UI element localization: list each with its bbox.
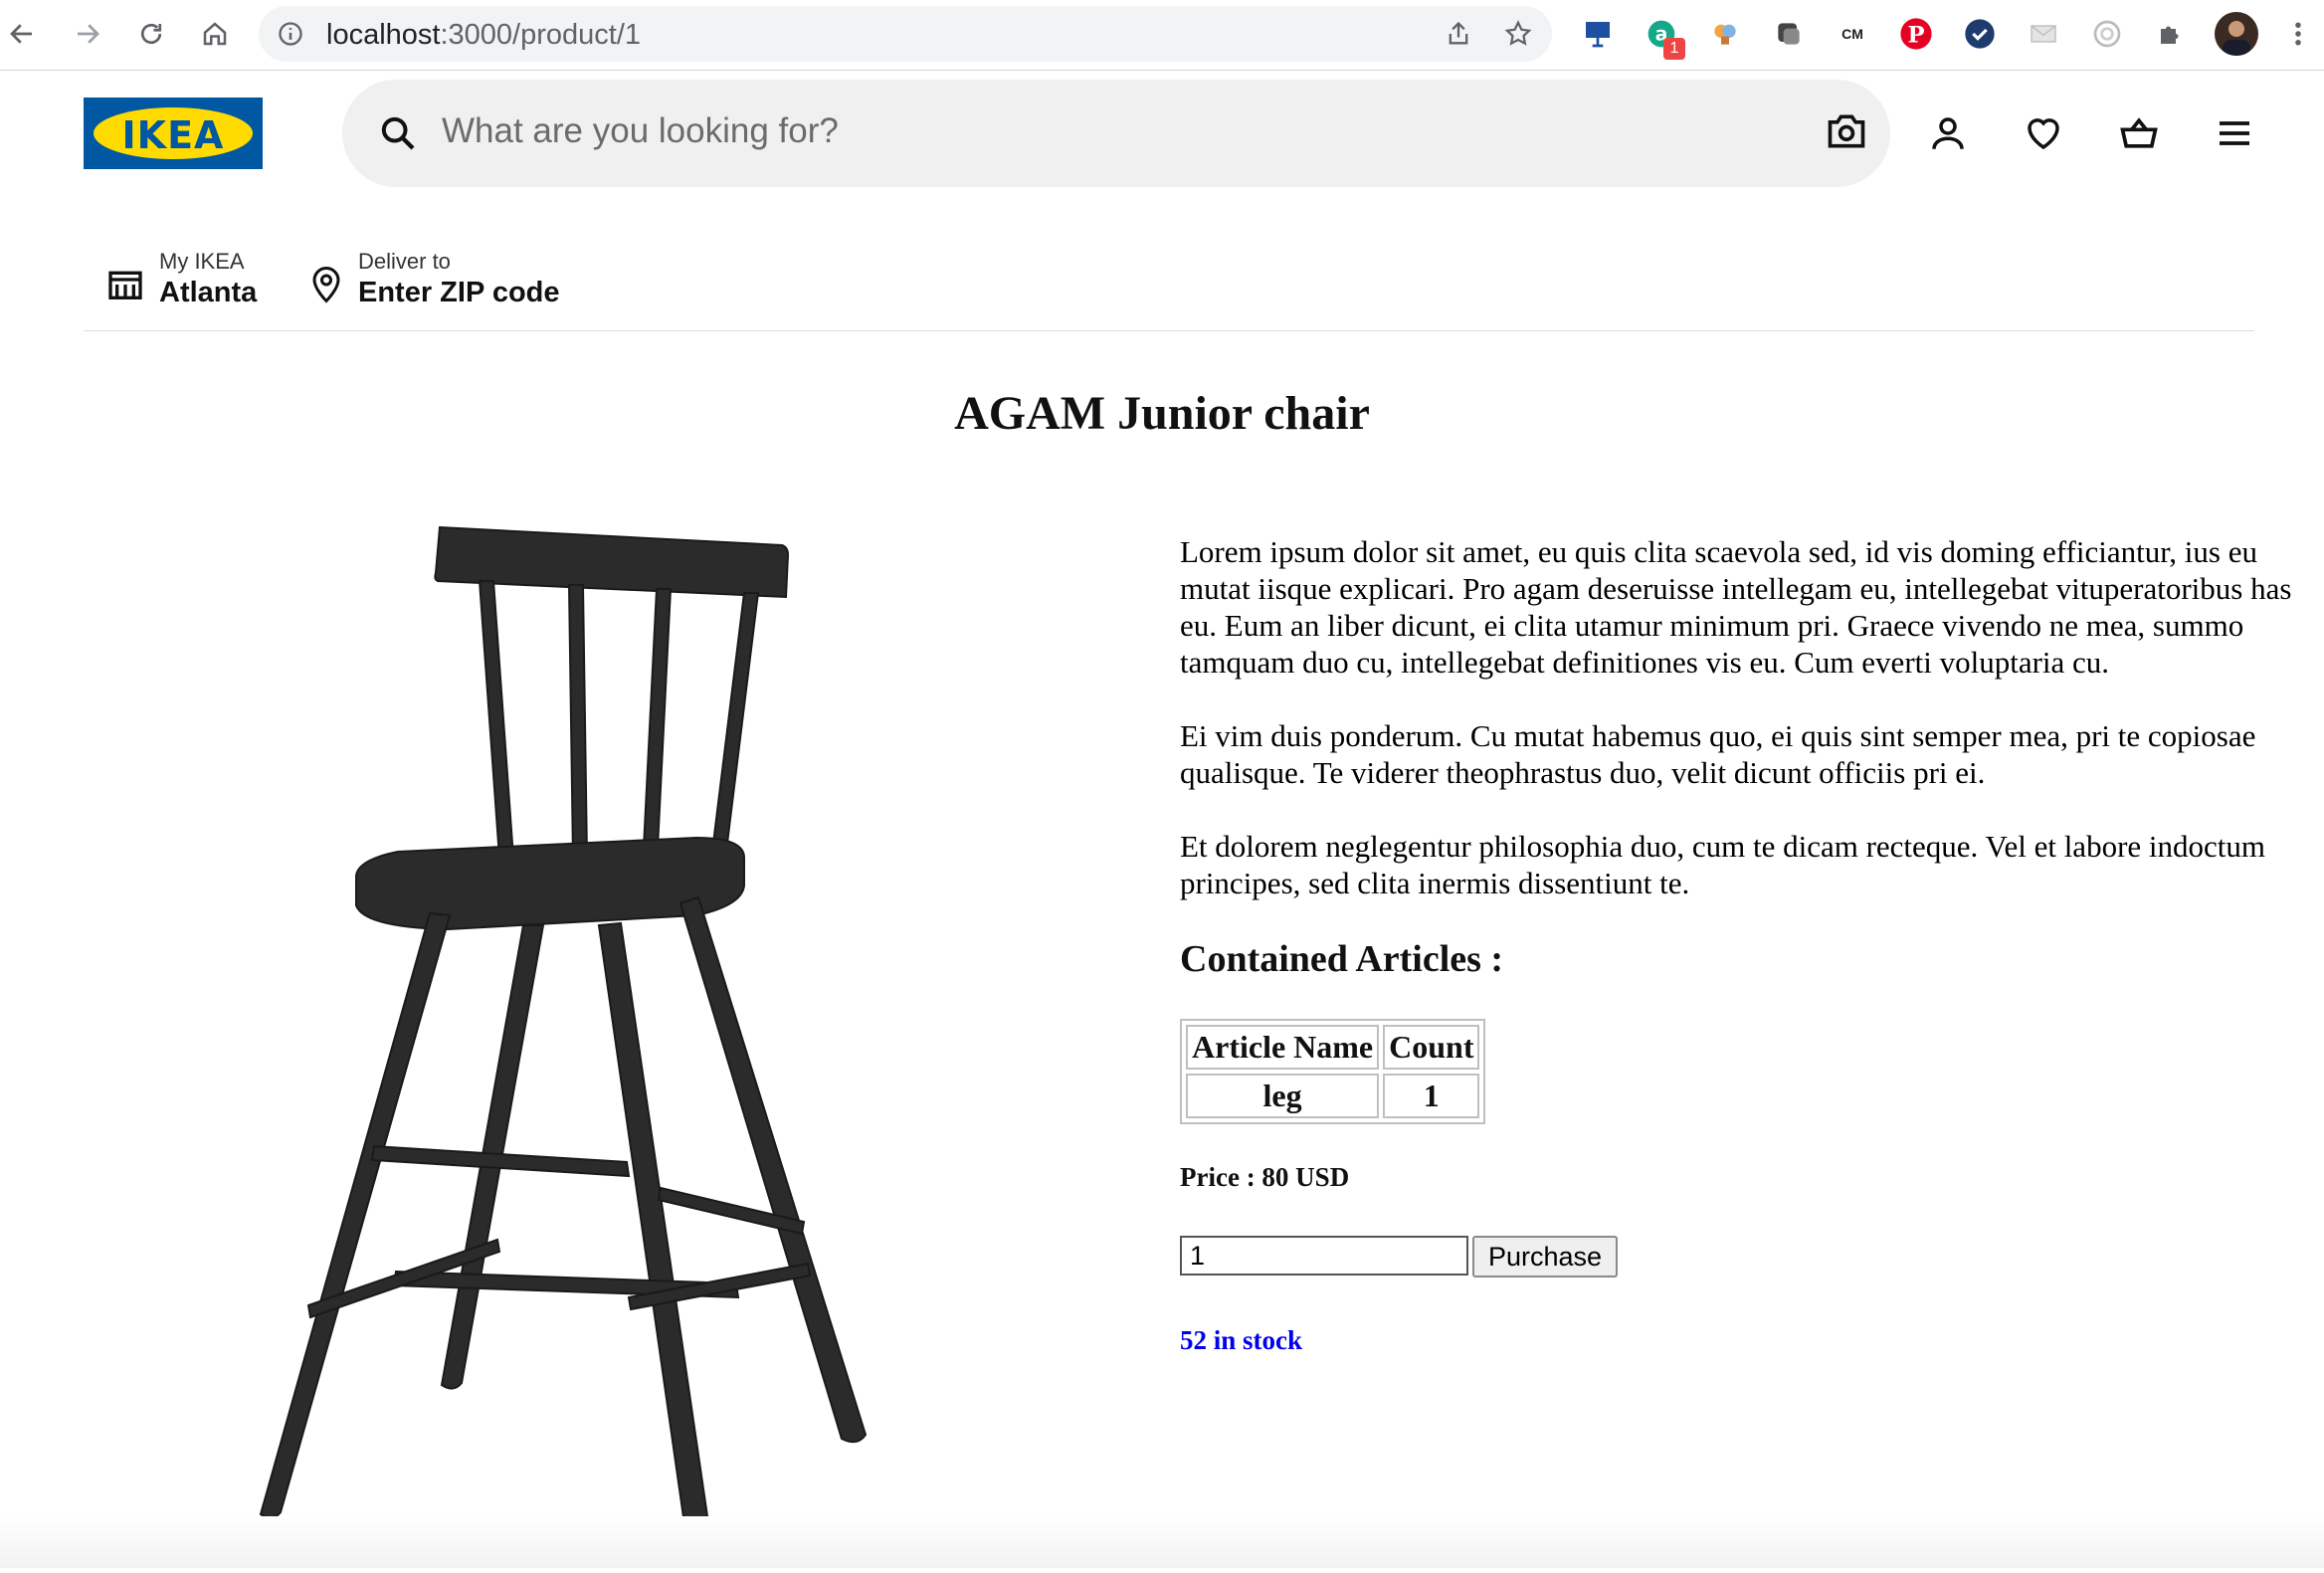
extension-cm-icon[interactable]: CM: [1835, 16, 1870, 52]
stock-status: 52 in stock: [1180, 1325, 1303, 1355]
check-circle-icon[interactable]: [1962, 16, 1998, 52]
table-header-cell: Count: [1383, 1025, 1480, 1070]
share-icon[interactable]: [1443, 18, 1474, 50]
pinterest-icon[interactable]: P: [1898, 16, 1934, 52]
table-header-cell: Article Name: [1186, 1025, 1380, 1070]
url-host: localhost: [326, 19, 441, 51]
product-description: Lorem ipsum dolor sit amet, eu quis clit…: [1180, 533, 2304, 938]
url-path: :3000/product/1: [440, 19, 642, 51]
store-label: My IKEA: [159, 249, 245, 274]
deliver-label: Deliver to: [358, 249, 451, 274]
purchase-button[interactable]: Purchase: [1472, 1236, 1618, 1278]
page-bottom-shade: [0, 1516, 2324, 1568]
address-bar[interactable]: localhost:3000/product/1: [259, 6, 1552, 62]
contained-articles-table: Article Name Count leg 1: [1180, 1019, 1486, 1124]
search-placeholder: What are you looking for?: [442, 111, 839, 150]
extension-target-icon[interactable]: [2089, 16, 2125, 52]
description-paragraph: Lorem ipsum dolor sit amet, eu quis clit…: [1180, 534, 2292, 680]
table-row: leg 1: [1186, 1074, 1480, 1118]
header-divider: [84, 330, 2254, 331]
basket-icon[interactable]: [2115, 109, 2163, 157]
bookmark-star-icon[interactable]: [1502, 18, 1534, 50]
search-bar[interactable]: What are you looking for?: [342, 80, 1890, 187]
table-cell: leg: [1186, 1074, 1380, 1118]
extension-copy-icon[interactable]: [1771, 16, 1807, 52]
browser-toolbar: localhost:3000/product/1 a 1 CM P: [0, 0, 2324, 71]
account-icon[interactable]: [1924, 109, 1972, 157]
price-text: Price : 80 USD: [1180, 1162, 1350, 1192]
quantity-input[interactable]: [1180, 1236, 1468, 1276]
profile-avatar[interactable]: [2215, 12, 2258, 56]
deliver-value: Enter ZIP code: [358, 277, 560, 308]
hamburger-menu-icon[interactable]: [2211, 109, 2258, 157]
store-icon: [105, 265, 145, 309]
back-arrow-icon[interactable]: [2, 14, 42, 54]
table-header-row: Article Name Count: [1186, 1025, 1480, 1070]
table-cell: 1: [1383, 1074, 1480, 1118]
address-url: localhost:3000/product/1: [326, 19, 641, 52]
browser-menu-icon[interactable]: [2280, 16, 2316, 52]
reload-icon[interactable]: [131, 14, 171, 54]
camera-icon[interactable]: [1825, 109, 1868, 158]
extension-mail-icon[interactable]: [2026, 16, 2061, 52]
svg-text:P: P: [1907, 23, 1924, 49]
product-image: [199, 497, 955, 1568]
ikea-logo[interactable]: IKEA: [84, 98, 263, 169]
logo-text: IKEA: [121, 113, 225, 157]
contained-articles-heading: Contained Articles :: [1180, 938, 1504, 980]
search-icon[interactable]: [378, 113, 418, 153]
extensions-puzzle-icon[interactable]: [2153, 16, 2189, 52]
product-title: AGAM Junior chair: [954, 387, 1370, 440]
site-info-icon[interactable]: [277, 20, 304, 48]
location-pin-icon: [308, 265, 344, 309]
extension-presentation-icon[interactable]: [1580, 16, 1616, 52]
extension-cm-label: CM: [1841, 26, 1863, 42]
extension-badge: 1: [1663, 38, 1685, 60]
heart-icon[interactable]: [2020, 109, 2067, 157]
delivery-zip-selector[interactable]: Deliver to Enter ZIP code: [358, 249, 560, 309]
forward-arrow-icon[interactable]: [68, 14, 107, 54]
description-paragraph: Et dolorem neglegentur philosophia duo, …: [1180, 829, 2265, 900]
home-icon[interactable]: [195, 14, 235, 54]
store-selector[interactable]: My IKEA Atlanta: [159, 249, 257, 309]
store-value: Atlanta: [159, 277, 258, 308]
extension-brain-icon[interactable]: [1707, 16, 1743, 52]
description-paragraph: Ei vim duis ponderum. Cu mutat habemus q…: [1180, 718, 2256, 790]
